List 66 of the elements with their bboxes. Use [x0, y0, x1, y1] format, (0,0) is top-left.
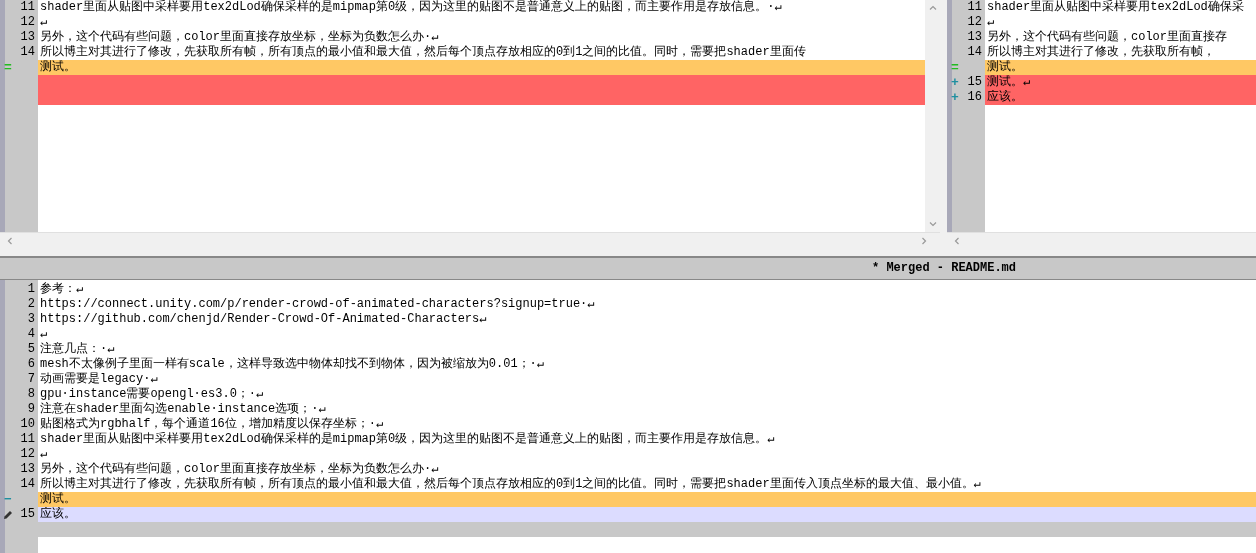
line-number: 11: [19, 432, 36, 447]
code-line: 所以博主对其进行了修改，先获取所有帧，: [987, 45, 1215, 59]
code-line: mesh不太像例子里面一样有scale，这样导致选中物体却找不到物体，因为被缩放为0.01；·↵: [40, 357, 545, 371]
line-number: 1: [26, 282, 36, 297]
diff-marker: =: [951, 60, 959, 75]
line-number: 13: [19, 30, 36, 45]
vertical-scrollbar[interactable]: [925, 0, 940, 232]
line-number: 13: [19, 462, 36, 477]
code-line: ↵: [40, 447, 48, 461]
line-number: 16: [966, 90, 983, 105]
diff-marker: −: [4, 492, 12, 507]
code-line: 参考：↵: [40, 282, 84, 296]
line-number: 14: [19, 477, 36, 492]
line-number: 14: [966, 45, 983, 60]
code-line: ↵: [40, 327, 48, 341]
line-number: 4: [26, 327, 36, 342]
code-line: 另外，这个代码有些问题，color里面直接存放坐标，坐标为负数怎么办·↵: [40, 30, 439, 44]
line-number: 14: [19, 45, 36, 60]
line-number: 15: [966, 75, 983, 90]
code-line: shader里面从贴图中采样要用tex2dLod确保采: [987, 0, 1244, 14]
code-line: 另外，这个代码有些问题，color里面直接存: [987, 30, 1227, 44]
code-line: 另外，这个代码有些问题，color里面直接存放坐标，坐标为负数怎么办·↵: [40, 462, 439, 476]
line-number: 10: [19, 417, 36, 432]
line-number: 7: [26, 372, 36, 387]
code-line: 测试。: [40, 492, 76, 506]
code-line: 所以博主对其进行了修改，先获取所有帧，所有顶点的最小值和最大值，然后每个顶点存放相应的0到1之间的比值。同时，需要把shader里面传: [40, 45, 806, 59]
code-line: 贴图格式为rgbhalf，每个通道16位，增加精度以保存坐标；·↵: [40, 417, 384, 431]
scroll-left-icon[interactable]: [6, 236, 14, 245]
line-number: 9: [26, 402, 36, 417]
pencil-icon: [3, 509, 13, 520]
diff-marker: =: [4, 60, 12, 75]
code-line: ↵: [40, 15, 48, 29]
code-line: 注意在shader里面勾选enable·instance选项；·↵: [40, 402, 326, 416]
line-number: 12: [19, 447, 36, 462]
scroll-up-icon[interactable]: [928, 4, 937, 12]
code-line: 注意几点：·↵: [40, 342, 115, 356]
code-line: shader里面从贴图中采样要用tex2dLod确保采样的是mipmap第0级，因为这里的贴图不是普通意义上的贴图，而主要作用是存放信息。·↵: [40, 0, 782, 14]
scroll-left-icon[interactable]: [953, 236, 961, 245]
line-number: 2: [26, 297, 36, 312]
line-number: 6: [26, 357, 36, 372]
code-line: https://connect.unity.com/p/render-crowd-of-animated-characters?signup=true·↵: [40, 297, 595, 311]
code-line: 动画需要是legacy·↵: [40, 372, 158, 386]
code-line: 应该。: [987, 90, 1023, 104]
line-number: 5: [26, 342, 36, 357]
code-line: 测试。: [987, 60, 1023, 74]
code-line: gpu·instance需要opengl·es3.0；·↵: [40, 387, 264, 401]
code-line: shader里面从贴图中采样要用tex2dLod确保采样的是mipmap第0级，因为这里的贴图不是普通意义上的贴图，而主要作用是存放信息。↵: [40, 432, 775, 446]
code-line: 应该。: [40, 507, 76, 521]
scroll-down-icon[interactable]: [928, 220, 937, 228]
line-number: 12: [966, 15, 983, 30]
line-number: 11: [19, 0, 36, 15]
line-number: 15: [19, 507, 36, 522]
line-number: 12: [19, 15, 36, 30]
pane-title: * Merged - README.md: [0, 256, 1256, 280]
scroll-right-icon[interactable]: [920, 236, 928, 245]
diff-marker: +: [951, 75, 959, 90]
code-line: 所以博主对其进行了修改，先获取所有帧，所有顶点的最小值和最大值，然后每个顶点存放相应的0到1之间的比值。同时，需要把shader里面传入顶点坐标的最大值、最小值。↵: [40, 477, 981, 491]
code-line: ↵: [987, 15, 995, 29]
line-number: 11: [966, 0, 983, 15]
line-number: 13: [966, 30, 983, 45]
code-line: 测试。↵: [987, 75, 1031, 89]
line-number: 8: [26, 387, 36, 402]
diff-marker: +: [951, 90, 959, 105]
code-line: https://github.com/chenjd/Render-Crowd-Of-Animated-Characters↵: [40, 312, 487, 326]
line-number: 3: [26, 312, 36, 327]
code-line: 测试。: [40, 60, 76, 74]
